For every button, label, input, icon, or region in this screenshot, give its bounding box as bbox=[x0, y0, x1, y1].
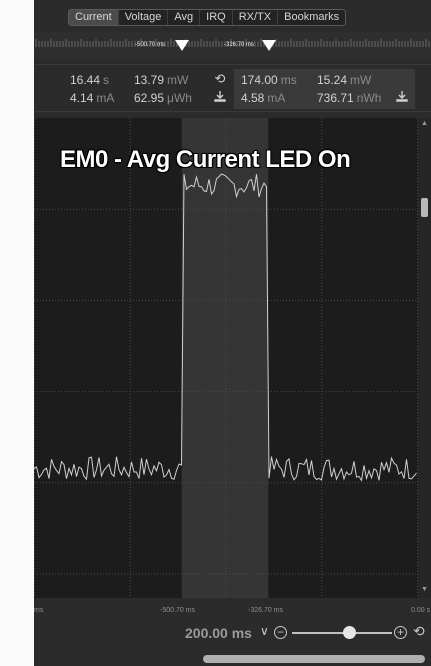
download-icon bbox=[214, 91, 226, 102]
tab-bar: Current Voltage Avg IRQ RX/TX Bookmarks bbox=[34, 0, 431, 32]
zoom-slider-knob[interactable] bbox=[343, 626, 356, 639]
download-global-icon[interactable] bbox=[212, 90, 228, 106]
cursor-a-time: -500.70 ms bbox=[135, 42, 166, 48]
horizontal-scroll-thumb[interactable] bbox=[203, 655, 425, 663]
zoom-level[interactable]: 200.00 ms bbox=[185, 625, 252, 641]
global-current: 4.14 mA bbox=[70, 91, 115, 105]
zoom-out-icon[interactable]: − bbox=[274, 626, 287, 639]
download-icon bbox=[396, 91, 408, 102]
energy-profiler-panel: Current Voltage Avg IRQ RX/TX Bookmarks … bbox=[34, 0, 431, 666]
vertical-scrollbar[interactable]: ▲ ▼ bbox=[418, 118, 431, 598]
x-label-cursor-b: -326.70 ms bbox=[248, 607, 284, 614]
plot-canvas bbox=[34, 118, 418, 598]
selection-power: 15.24 mW bbox=[317, 73, 372, 87]
tab-rxtx[interactable]: RX/TX bbox=[233, 10, 279, 25]
download-selection-icon[interactable] bbox=[394, 90, 410, 106]
zoom-in-icon[interactable]: + bbox=[394, 626, 407, 639]
reset-icon[interactable]: ⟲ bbox=[212, 71, 228, 87]
selection-current: 4.58 mA bbox=[241, 91, 286, 105]
horizontal-scrollbar[interactable] bbox=[34, 652, 431, 666]
x-label-cursor-a: -500.70 ms bbox=[160, 607, 196, 614]
global-power: 13.79 mW bbox=[134, 73, 189, 87]
reset-zoom-icon[interactable]: ⟲ bbox=[413, 623, 425, 640]
tab-avg[interactable]: Avg bbox=[168, 10, 201, 25]
vertical-scroll-thumb[interactable] bbox=[421, 198, 428, 217]
left-window-edge bbox=[0, 0, 34, 666]
selection-time: 174.00 ms bbox=[241, 73, 297, 87]
global-energy: 62.95 μWh bbox=[134, 91, 192, 105]
tab-group: Current Voltage Avg IRQ RX/TX Bookmarks bbox=[68, 9, 347, 26]
global-time: 16.44 s bbox=[70, 73, 110, 87]
scroll-down-arrow-icon[interactable]: ▼ bbox=[421, 586, 428, 593]
zoom-controls: 200.00 ms ∨ − + ⟲ bbox=[34, 618, 431, 648]
scroll-up-arrow-icon[interactable]: ▲ bbox=[421, 120, 428, 127]
tab-current[interactable]: Current bbox=[69, 10, 119, 25]
selection-energy: 736.71 nWh bbox=[317, 91, 382, 105]
time-axis: ms -500.70 ms -326.70 ms 0.00 s bbox=[34, 598, 431, 618]
tab-bookmarks[interactable]: Bookmarks bbox=[278, 10, 345, 25]
statistics-panel: 16.44 s 4.14 mA 13.79 mW 62.95 μWh ⟲ 174.00 m… bbox=[34, 64, 431, 112]
tab-voltage[interactable]: Voltage bbox=[119, 10, 169, 25]
cursor-timeline[interactable]: -500.70 ms -326.70 ms bbox=[34, 32, 431, 58]
x-label-left: ms bbox=[34, 607, 44, 614]
zoom-slider-track[interactable] bbox=[292, 632, 392, 634]
current-plot[interactable]: EM0 - Avg Current LED On bbox=[34, 118, 418, 598]
selection-region[interactable] bbox=[181, 118, 269, 598]
zoom-dropdown-chevron-icon[interactable]: ∨ bbox=[260, 624, 269, 638]
cursor-b-time: -326.70 ms bbox=[224, 42, 255, 48]
plot-annotation: EM0 - Avg Current LED On bbox=[60, 146, 351, 173]
tab-irq[interactable]: IRQ bbox=[200, 10, 233, 25]
x-label-right: 0.00 s bbox=[411, 607, 431, 614]
